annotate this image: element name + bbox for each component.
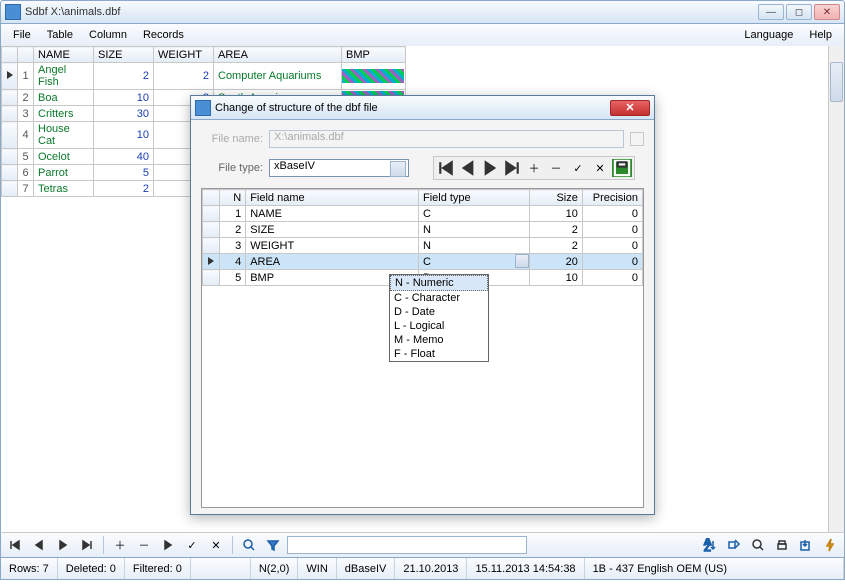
nav-add-button[interactable]: ＋ [110, 535, 130, 555]
menu-help[interactable]: Help [801, 27, 840, 43]
col-name[interactable]: NAME [34, 47, 94, 63]
field-type-dropdown[interactable]: N - Numeric C - Character D - Date L - L… [389, 274, 489, 362]
field-row-selected[interactable]: 4AREAC200 [203, 254, 643, 270]
menu-file[interactable]: File [5, 27, 39, 43]
nav-first-button[interactable] [5, 535, 25, 555]
menu-language[interactable]: Language [736, 27, 801, 43]
menu-column[interactable]: Column [81, 27, 135, 43]
app-icon [5, 4, 21, 20]
dd-option-memo[interactable]: M - Memo [390, 333, 488, 347]
nav-toolbar: ＋ － ✓ ✕ AZ [0, 532, 845, 558]
print-icon[interactable] [772, 535, 792, 555]
statusbar: Rows: 7 Deleted: 0 Filtered: 0 N(2,0) WI… [0, 558, 845, 580]
window-titlebar: Sdbf X:\animals.dbf — ◻ ✕ [0, 0, 845, 24]
dd-option-character[interactable]: C - Character [390, 291, 488, 305]
filter-icon[interactable] [263, 535, 283, 555]
row-indicator-icon [7, 71, 13, 79]
status-filtered: Filtered: 0 [125, 558, 191, 579]
field-row[interactable]: 3WEIGHTN20 [203, 238, 643, 254]
add-button[interactable]: ＋ [524, 159, 544, 177]
dialog-icon [195, 100, 211, 116]
dd-option-date[interactable]: D - Date [390, 305, 488, 319]
status-coltype: N(2,0) [251, 558, 299, 579]
nav-next-button[interactable] [53, 535, 73, 555]
dd-option-float[interactable]: F - Float [390, 347, 488, 361]
menu-records[interactable]: Records [135, 27, 192, 43]
maximize-button[interactable]: ◻ [786, 4, 812, 20]
next-button[interactable] [480, 159, 500, 177]
dd-option-numeric[interactable]: N - Numeric [390, 275, 488, 291]
nav-edit-button[interactable] [158, 535, 178, 555]
row-indicator-icon [208, 257, 214, 265]
nav-last-button[interactable] [77, 535, 97, 555]
status-dbtype: dBaseIV [337, 558, 396, 579]
dd-option-logical[interactable]: L - Logical [390, 319, 488, 333]
first-button[interactable] [436, 159, 456, 177]
col-area[interactable]: AREA [214, 47, 342, 63]
filename-label: File name: [201, 133, 263, 145]
dialog-titlebar: Change of structure of the dbf file ✕ [191, 96, 654, 120]
status-deleted: Deleted: 0 [58, 558, 125, 579]
filename-field: X:\animals.dbf [269, 130, 624, 148]
lightning-icon[interactable] [820, 535, 840, 555]
prev-button[interactable] [458, 159, 478, 177]
filetype-select[interactable]: xBaseIV [269, 159, 409, 177]
field-row[interactable]: 1NAMEC100 [203, 206, 643, 222]
col-size[interactable]: SIZE [94, 47, 154, 63]
goto-icon[interactable] [724, 535, 744, 555]
filter-input[interactable] [287, 536, 527, 554]
menubar: File Table Column Records Language Help [0, 24, 845, 46]
remove-button[interactable]: － [546, 159, 566, 177]
dialog-close-button[interactable]: ✕ [610, 100, 650, 116]
find-icon[interactable] [239, 535, 259, 555]
field-row[interactable]: 2SIZEN20 [203, 222, 643, 238]
nav-prev-button[interactable] [29, 535, 49, 555]
window-title: Sdbf X:\animals.dbf [25, 6, 758, 18]
save-button[interactable] [612, 159, 632, 177]
svg-text:Z: Z [704, 542, 711, 552]
filetype-label: File type: [201, 162, 263, 174]
dialog-title: Change of structure of the dbf file [215, 102, 610, 114]
nav-remove-button[interactable]: － [134, 535, 154, 555]
field-type-dropdown-button[interactable] [515, 254, 529, 268]
sort-az-icon[interactable]: AZ [700, 535, 720, 555]
zoom-icon[interactable] [748, 535, 768, 555]
apply-button[interactable]: ✓ [568, 159, 588, 177]
status-platform: WIN [298, 558, 336, 579]
menu-table[interactable]: Table [39, 27, 81, 43]
dialog-toolbar: ＋ － ✓ ✕ [433, 156, 635, 180]
col-bmp[interactable]: BMP [342, 47, 406, 63]
last-button[interactable] [502, 159, 522, 177]
export-icon[interactable] [796, 535, 816, 555]
status-rows: Rows: 7 [1, 558, 58, 579]
col-weight[interactable]: WEIGHT [154, 47, 214, 63]
vertical-scrollbar[interactable] [828, 46, 844, 532]
minimize-button[interactable]: — [758, 4, 784, 20]
table-row[interactable]: 1Angel Fish22Computer Aquariums [2, 63, 406, 90]
status-date1: 21.10.2013 [395, 558, 467, 579]
cancel-button[interactable]: ✕ [590, 159, 610, 177]
nav-apply-button[interactable]: ✓ [182, 535, 202, 555]
nav-cancel-button[interactable]: ✕ [206, 535, 226, 555]
bmp-thumbnail [342, 69, 404, 83]
status-codepage: 1B - 437 English OEM (US) [585, 558, 844, 579]
filename-browse-button[interactable] [630, 132, 644, 146]
scrollbar-thumb[interactable] [830, 62, 843, 102]
close-button[interactable]: ✕ [814, 4, 840, 20]
status-date2: 15.11.2013 14:54:38 [467, 558, 584, 579]
